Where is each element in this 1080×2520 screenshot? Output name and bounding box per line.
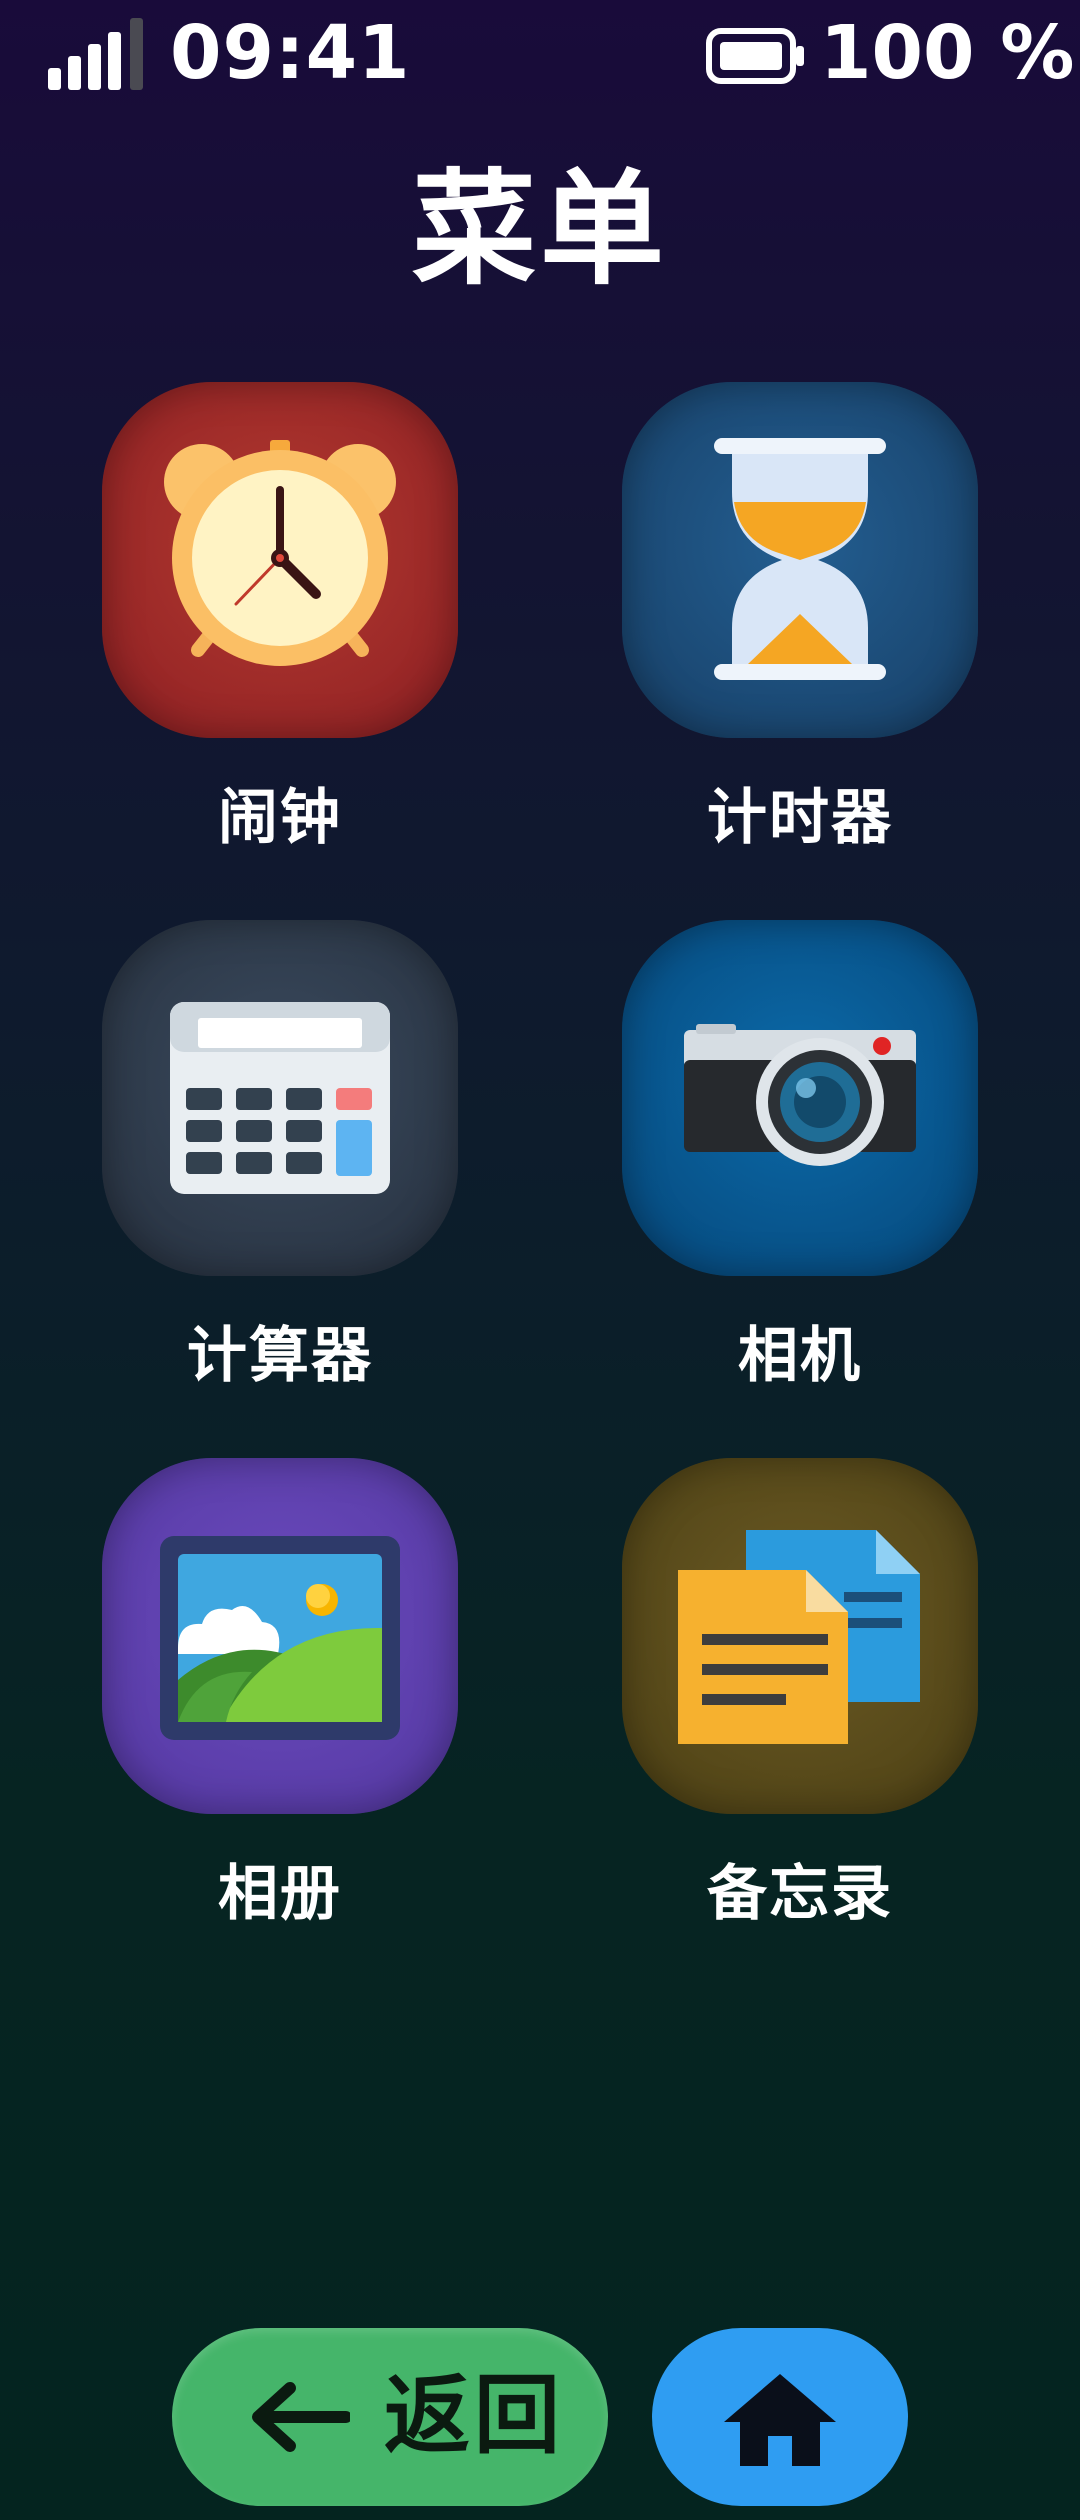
home-button[interactable] <box>652 2328 908 2506</box>
gallery-tile[interactable] <box>102 1458 458 1814</box>
app-label: 相机 <box>738 1321 862 1391</box>
app-camera[interactable]: 相机 <box>622 920 978 1396</box>
status-bar: 09:41 100 % <box>0 0 1080 110</box>
app-label: 计算器 <box>187 1321 373 1391</box>
app-calculator[interactable]: 计算器 <box>102 920 458 1396</box>
photo-gallery-icon <box>160 1536 400 1740</box>
hourglass-icon <box>714 438 886 680</box>
notes-tile[interactable] <box>622 1458 978 1814</box>
camera-tile[interactable] <box>622 920 978 1276</box>
status-time: 09:41 <box>170 10 411 96</box>
camera-icon <box>684 1024 916 1166</box>
alarm-clock-icon <box>164 440 396 666</box>
left-arrow-icon <box>252 2382 350 2452</box>
alarm-tile[interactable] <box>102 382 458 738</box>
app-gallery[interactable]: 相册 <box>102 1458 458 1934</box>
back-button[interactable]: 返回 <box>172 2328 608 2506</box>
calculator-icon <box>170 1002 390 1194</box>
app-notes[interactable]: 备忘录 <box>622 1458 978 1934</box>
app-label: 相册 <box>218 1859 342 1929</box>
back-label: 返回 <box>384 2366 564 2466</box>
app-alarm[interactable]: 闹钟 <box>102 382 458 858</box>
home-icon <box>724 2374 836 2466</box>
notes-icon <box>678 1530 920 1744</box>
calculator-tile[interactable] <box>102 920 458 1276</box>
app-label: 备忘录 <box>707 1859 893 1929</box>
timer-tile[interactable] <box>622 382 978 738</box>
app-timer[interactable]: 计时器 <box>622 382 978 858</box>
app-label: 闹钟 <box>218 783 342 853</box>
battery-level: 100 % <box>820 10 1075 96</box>
page-title: 菜单 <box>411 158 668 302</box>
battery-icon <box>706 28 804 84</box>
app-label: 计时器 <box>707 783 893 853</box>
signal-strength-icon <box>48 18 148 90</box>
